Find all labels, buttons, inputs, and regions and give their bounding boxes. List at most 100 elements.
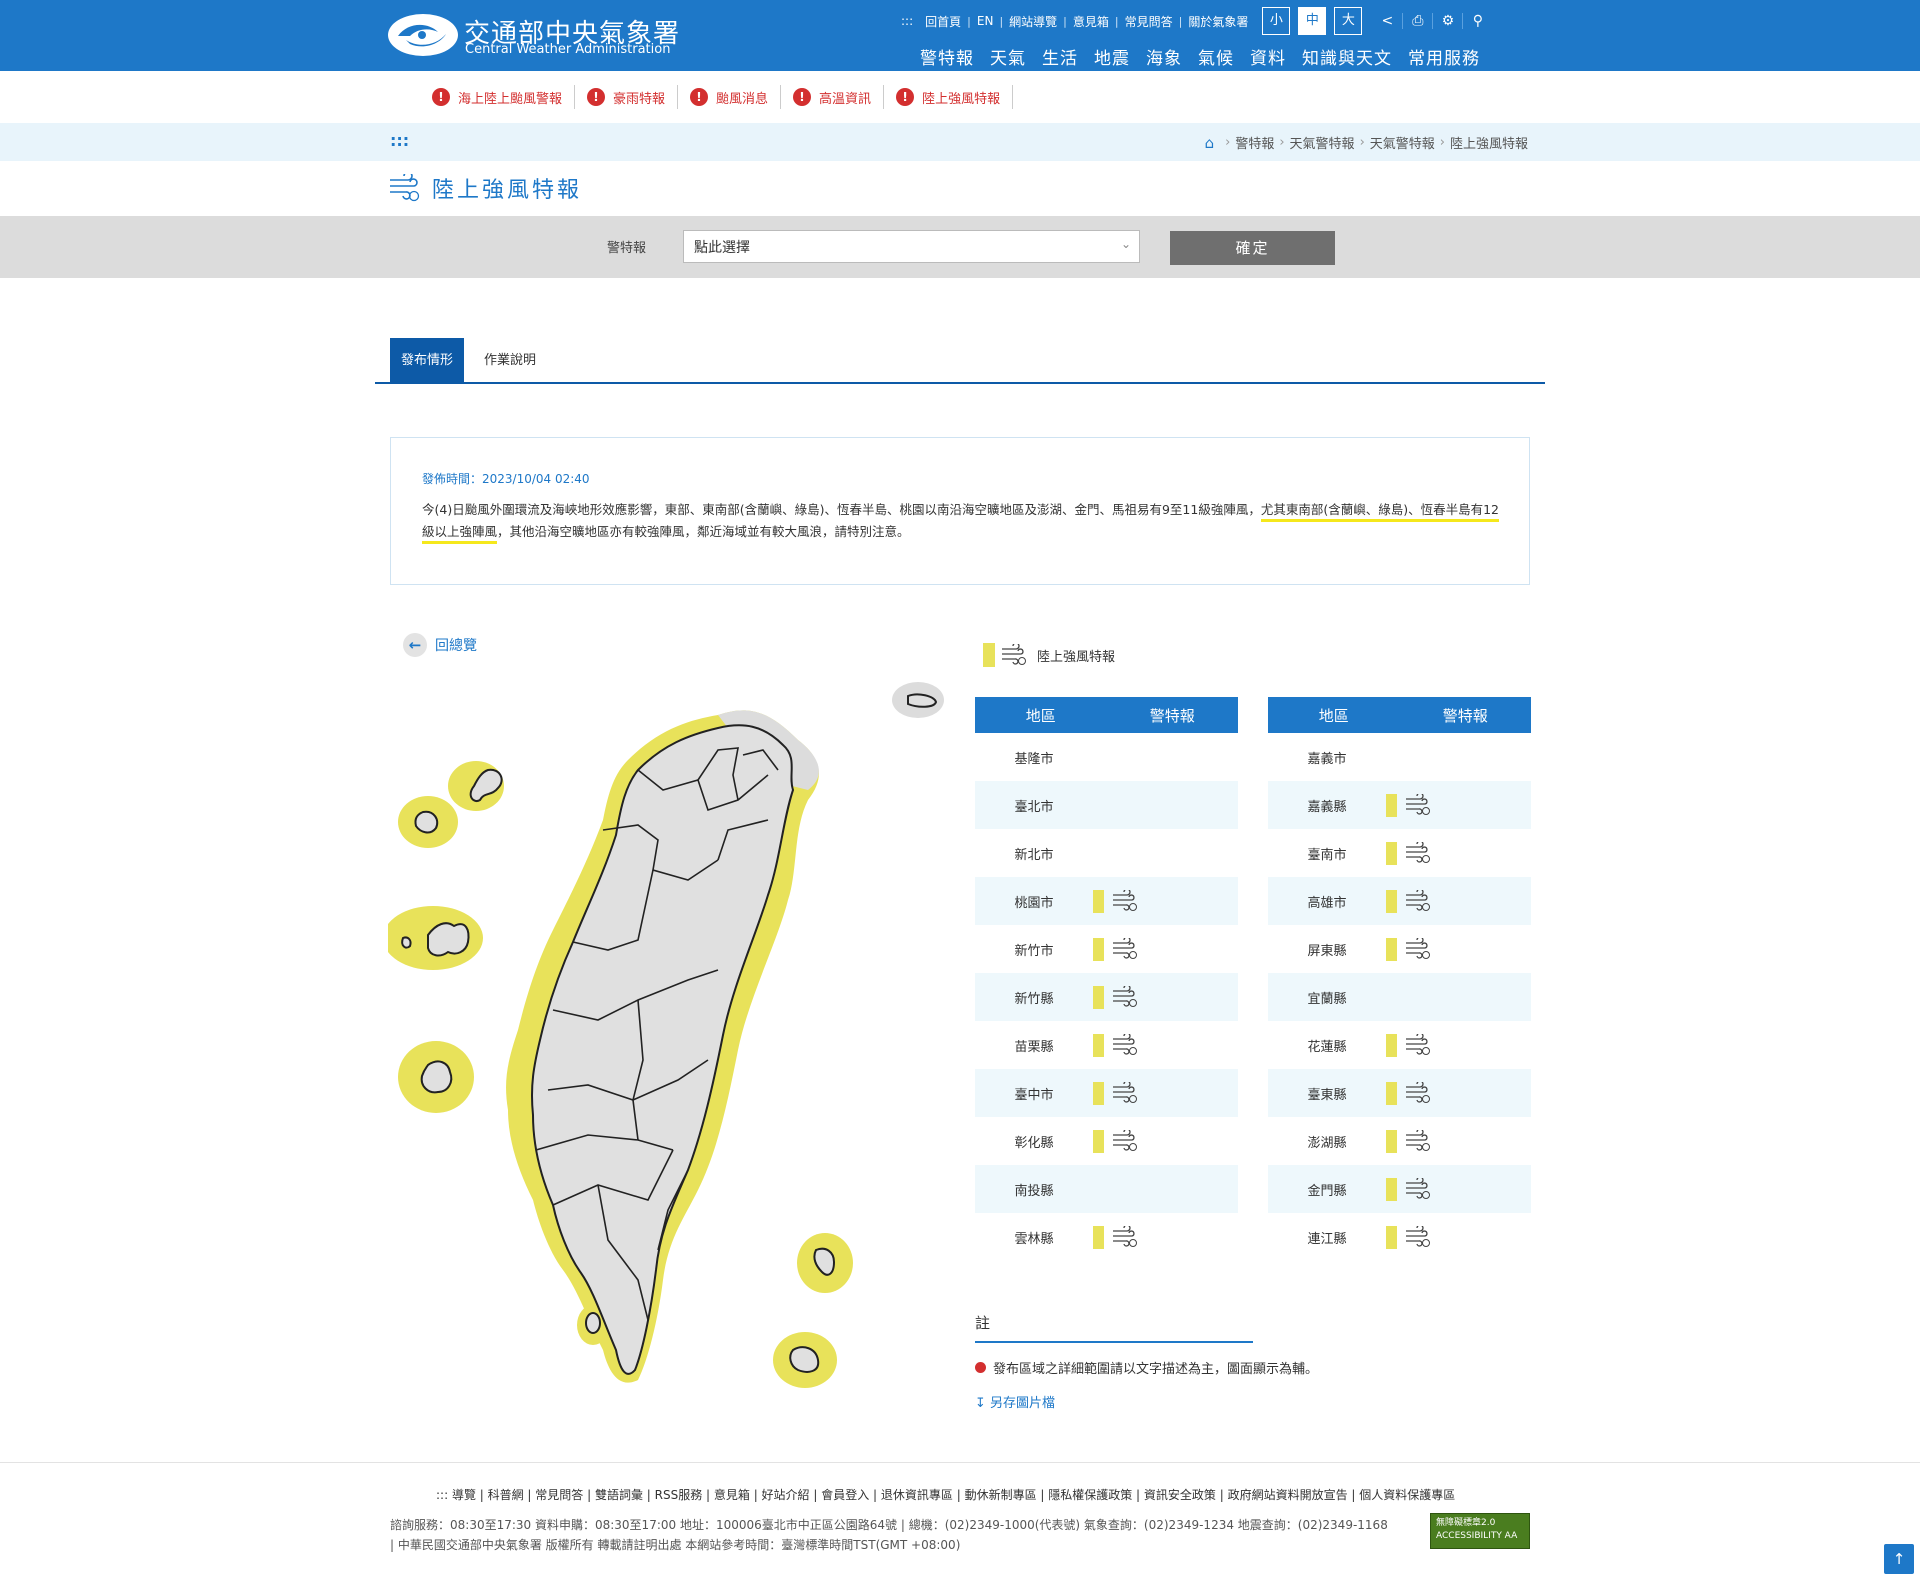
search-icon[interactable]: ⚲ bbox=[1462, 13, 1492, 29]
note-item: 發布區域之詳細範圍請以文字描述為主，圖面顯示為輔。 bbox=[975, 1358, 1318, 1377]
warning-swatch bbox=[1386, 1177, 1397, 1201]
tab-explanation[interactable]: 作業說明 bbox=[473, 338, 547, 384]
warning-select[interactable]: 點此選擇 ⌄ bbox=[683, 230, 1140, 263]
back-to-top-button[interactable]: ↑ bbox=[1884, 1544, 1914, 1574]
warning-indicator bbox=[1386, 889, 1431, 913]
region-name: 雲林縣 bbox=[1014, 1231, 1054, 1247]
font-size-small-button[interactable]: 小 bbox=[1262, 7, 1291, 35]
breadcrumb: ⌂ › 警特報 › 天氣警特報 › 天氣警特報 › 陸上強風特報 bbox=[1204, 133, 1528, 153]
util-about-link[interactable]: 關於氣象署 bbox=[1182, 13, 1254, 30]
font-size-medium-button[interactable]: 中 bbox=[1298, 7, 1327, 35]
home-icon[interactable]: ⌂ bbox=[1205, 134, 1215, 152]
strong-wind-icon bbox=[1406, 1082, 1430, 1103]
alert-typhoon-news[interactable]: ! 颱風消息 bbox=[678, 85, 782, 109]
accesskey-dots[interactable]: ::: bbox=[390, 131, 409, 150]
notice-text: 今(4)日颱風外圍環流及海峽地形效應影響，東部、東南部(含蘭嶼、綠島)、恆春半島… bbox=[422, 499, 1507, 544]
table-row: 嘉義市 bbox=[1268, 733, 1531, 781]
confirm-button[interactable]: 確定 bbox=[1170, 231, 1335, 265]
strong-wind-icon bbox=[1406, 1178, 1430, 1199]
region-name: 金門縣 bbox=[1307, 1183, 1347, 1199]
accessibility-badge[interactable]: 無障礙標章2.0 ACCESSIBILITY AA bbox=[1430, 1513, 1530, 1549]
gear-icon[interactable]: ⚙ bbox=[1432, 13, 1462, 29]
nav-data[interactable]: 資料 bbox=[1242, 44, 1294, 69]
table-row: 臺北市 bbox=[975, 781, 1238, 829]
col-region: 地區 bbox=[1318, 706, 1349, 725]
arrow-left-icon: ← bbox=[403, 633, 427, 657]
utility-nav: ::: 回首頁 | EN | 網站導覽 | 意見箱 | 常見問答 | 關於氣象署 小 中 … bbox=[895, 4, 1492, 38]
logo-english-name: Central Weather Administration bbox=[465, 42, 671, 57]
footer-links[interactable]: ::: 導覽 | 科普網 | 常見問答 | 雙語詞彙 | RSS服務 | 意見箱… bbox=[436, 1486, 1455, 1503]
table-row: 屏東縣 bbox=[1268, 925, 1531, 973]
content-tabs: 發布情形 作業說明 bbox=[375, 338, 1545, 384]
table-row: 基隆市 bbox=[975, 733, 1238, 781]
table-row: 雲林縣 bbox=[975, 1213, 1238, 1261]
table-row: 新竹市 bbox=[975, 925, 1238, 973]
share-icon[interactable]: < bbox=[1372, 13, 1402, 29]
table-row: 南投縣 bbox=[975, 1165, 1238, 1213]
nav-earthquake[interactable]: 地震 bbox=[1086, 44, 1138, 69]
warning-indicator bbox=[1386, 793, 1431, 817]
region-name: 臺東縣 bbox=[1307, 1087, 1347, 1103]
crumb-1[interactable]: 警特報 bbox=[1235, 133, 1274, 152]
strong-wind-icon bbox=[1002, 644, 1026, 665]
site-logo[interactable]: 交通部中央氣象署 Central Weather Administration bbox=[388, 12, 679, 60]
taiwan-warning-map[interactable] bbox=[388, 680, 948, 1440]
site-footer: ::: 導覽 | 科普網 | 常見問答 | 雙語詞彙 | RSS服務 | 意見箱… bbox=[0, 1462, 1920, 1581]
crumb-2[interactable]: 天氣警特報 bbox=[1290, 133, 1355, 152]
nav-warnings[interactable]: 警特報 bbox=[912, 44, 982, 69]
alert-typhoon-warning[interactable]: ! 海上陸上颱風警報 bbox=[420, 85, 576, 109]
table-row: 桃園市 bbox=[975, 877, 1238, 925]
util-faq-link[interactable]: 常見問答 bbox=[1119, 13, 1179, 30]
back-to-overview-link[interactable]: ← 回總覽 bbox=[403, 633, 477, 657]
region-name: 新北市 bbox=[1014, 847, 1054, 863]
region-name: 新竹縣 bbox=[1014, 991, 1054, 1007]
col-warning: 警特報 bbox=[1149, 706, 1195, 725]
nav-marine[interactable]: 海象 bbox=[1138, 44, 1190, 69]
warning-indicator bbox=[1093, 1225, 1138, 1249]
strong-wind-icon bbox=[1406, 1130, 1430, 1151]
warning-indicator bbox=[1386, 1033, 1431, 1057]
table-row: 新北市 bbox=[975, 829, 1238, 877]
table-row: 臺中市 bbox=[975, 1069, 1238, 1117]
util-home-link[interactable]: 回首頁 bbox=[919, 13, 967, 30]
warning-swatch bbox=[1386, 1081, 1397, 1105]
util-dots[interactable]: ::: bbox=[895, 14, 919, 28]
util-sitemap-link[interactable]: 網站導覽 bbox=[1003, 13, 1063, 30]
nav-life[interactable]: 生活 bbox=[1034, 44, 1086, 69]
main-nav: 警特報 天氣 生活 地震 海象 氣候 資料 知識與天文 常用服務 bbox=[912, 44, 1488, 69]
alert-bar: ! 海上陸上颱風警報 ! 豪雨特報 ! 颱風消息 ! 高溫資訊 ! 陸上強風特報 bbox=[0, 71, 1920, 123]
strong-wind-icon bbox=[1113, 938, 1137, 959]
map-legend: 陸上強風特報 bbox=[983, 643, 1115, 667]
strong-wind-icon bbox=[1406, 938, 1430, 959]
print-icon[interactable]: ⎙ bbox=[1402, 13, 1432, 29]
table-header: 地區 警特報 bbox=[975, 697, 1238, 733]
crumb-3[interactable]: 天氣警特報 bbox=[1370, 133, 1435, 152]
util-feedback-link[interactable]: 意見箱 bbox=[1067, 13, 1115, 30]
font-size-large-button[interactable]: 大 bbox=[1334, 7, 1363, 35]
nav-services[interactable]: 常用服務 bbox=[1400, 44, 1488, 69]
region-name: 桃園市 bbox=[1014, 895, 1054, 911]
warning-indicator bbox=[1093, 937, 1138, 961]
col-warning: 警特報 bbox=[1442, 706, 1488, 725]
warning-indicator bbox=[1093, 1129, 1138, 1153]
util-en-link[interactable]: EN bbox=[971, 14, 1000, 28]
nav-weather[interactable]: 天氣 bbox=[982, 44, 1034, 69]
warning-notice: 發佈時間：2023/10/04 02:40 今(4)日颱風外圍環流及海峽地形效應… bbox=[390, 437, 1530, 585]
alert-high-temp[interactable]: ! 高溫資訊 bbox=[781, 85, 885, 109]
nav-climate[interactable]: 氣候 bbox=[1190, 44, 1242, 69]
warning-swatch bbox=[1386, 1129, 1397, 1153]
warning-swatch bbox=[1386, 937, 1397, 961]
alert-strong-wind[interactable]: ! 陸上強風特報 bbox=[884, 85, 1014, 109]
strong-wind-icon bbox=[1113, 986, 1137, 1007]
alert-heavy-rain[interactable]: ! 豪雨特報 bbox=[575, 85, 679, 109]
warning-indicator bbox=[1386, 1177, 1431, 1201]
save-image-link[interactable]: ↧ 另存圖片檔 bbox=[975, 1392, 1055, 1411]
alert-icon: ! bbox=[432, 88, 450, 106]
tab-issuance[interactable]: 發布情形 bbox=[390, 338, 465, 384]
region-name: 基隆市 bbox=[1014, 751, 1054, 767]
alert-icon: ! bbox=[690, 88, 709, 106]
warning-indicator bbox=[1386, 1129, 1431, 1153]
alert-icon: ! bbox=[896, 88, 915, 106]
nav-knowledge[interactable]: 知識與天文 bbox=[1294, 44, 1400, 69]
table-row: 彰化縣 bbox=[975, 1117, 1238, 1165]
